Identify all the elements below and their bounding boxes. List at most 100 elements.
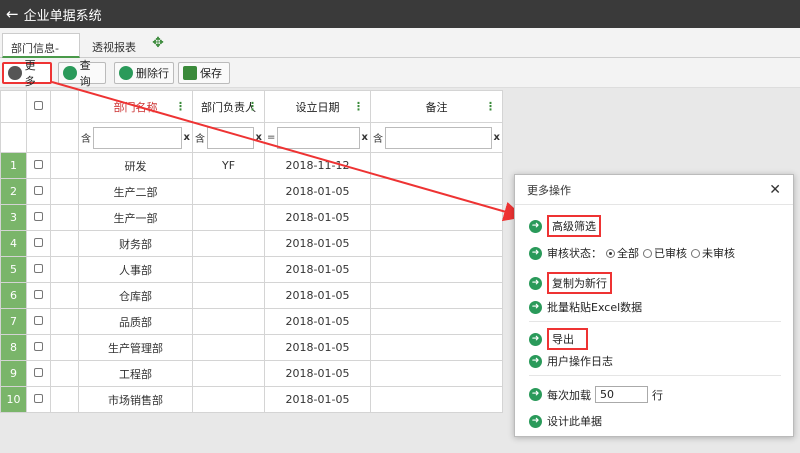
audit-radio-unapproved[interactable]: [691, 248, 700, 258]
cell-date[interactable]: 2018-01-05: [264, 230, 371, 257]
cell-head[interactable]: [192, 256, 265, 283]
cell-name[interactable]: 生产一部: [78, 204, 193, 231]
cell-date[interactable]: 2018-11-12: [264, 152, 371, 179]
table-row[interactable]: 8 生产管理部 2018-01-05: [0, 334, 503, 361]
cell-date[interactable]: 2018-01-05: [264, 334, 371, 361]
row-select[interactable]: [26, 386, 51, 413]
row-select[interactable]: [26, 204, 51, 231]
row-checkbox[interactable]: [34, 394, 43, 403]
select-all-checkbox[interactable]: [34, 101, 43, 110]
load-count-input[interactable]: 50: [595, 386, 648, 403]
audit-radio-approved[interactable]: [643, 248, 652, 258]
cell-date[interactable]: 2018-01-05: [264, 360, 371, 387]
cell-date[interactable]: 2018-01-05: [264, 282, 371, 309]
audit-radio-all[interactable]: [606, 248, 615, 258]
cell-head[interactable]: [192, 178, 265, 205]
audit-option-all[interactable]: 全部: [617, 245, 639, 261]
cell-head[interactable]: YF: [192, 152, 265, 179]
row-checkbox[interactable]: [34, 212, 43, 221]
table-row[interactable]: 5 人事部 2018-01-05: [0, 256, 503, 283]
cell-name[interactable]: 工程部: [78, 360, 193, 387]
table-row[interactable]: 1 研发 YF 2018-11-12: [0, 152, 503, 179]
row-checkbox[interactable]: [34, 160, 43, 169]
copy-new-row-item[interactable]: ➜ 复制为新行: [529, 272, 612, 294]
cell-date[interactable]: 2018-01-05: [264, 386, 371, 413]
column-header-note[interactable]: 备注 ⋮: [370, 90, 503, 123]
batch-paste-item[interactable]: ➜ 批量粘贴Excel数据: [529, 299, 642, 315]
cell-date[interactable]: 2018-01-05: [264, 308, 371, 335]
row-checkbox[interactable]: [34, 238, 43, 247]
cell-note[interactable]: [370, 152, 503, 179]
cell-name[interactable]: 仓库部: [78, 282, 193, 309]
filter-operator[interactable]: 含: [373, 130, 383, 145]
audit-option-approved[interactable]: 已审核: [654, 245, 687, 261]
cell-date[interactable]: 2018-01-05: [264, 256, 371, 283]
clear-icon[interactable]: x: [494, 132, 500, 143]
tab-department-info[interactable]: 部门信息-ERP: [2, 33, 80, 69]
cell-head[interactable]: [192, 230, 265, 257]
row-select[interactable]: [26, 334, 51, 361]
cell-note[interactable]: [370, 386, 503, 413]
cell-head[interactable]: [192, 308, 265, 335]
tab-pivot-report[interactable]: 透视报表: [84, 33, 144, 58]
table-row[interactable]: 7 品质部 2018-01-05: [0, 308, 503, 335]
arrow-left-icon[interactable]: ←: [6, 6, 19, 22]
cell-name[interactable]: 生产二部: [78, 178, 193, 205]
save-button[interactable]: 保存: [178, 62, 230, 84]
user-log-item[interactable]: ➜ 用户操作日志: [529, 353, 613, 369]
row-select[interactable]: [26, 178, 51, 205]
cell-note[interactable]: [370, 334, 503, 361]
column-header-head[interactable]: 部门负责人 ⋮: [192, 90, 265, 123]
close-icon[interactable]: ✕: [769, 182, 781, 198]
cell-name[interactable]: 生产管理部: [78, 334, 193, 361]
clear-icon[interactable]: x: [256, 132, 262, 143]
table-row[interactable]: 4 财务部 2018-01-05: [0, 230, 503, 257]
row-select[interactable]: [26, 360, 51, 387]
cell-head[interactable]: [192, 334, 265, 361]
cell-date[interactable]: 2018-01-05: [264, 204, 371, 231]
cell-date[interactable]: 2018-01-05: [264, 178, 371, 205]
cell-name[interactable]: 品质部: [78, 308, 193, 335]
filter-operator[interactable]: =: [267, 132, 275, 143]
cell-name[interactable]: 财务部: [78, 230, 193, 257]
cell-head[interactable]: [192, 386, 265, 413]
row-select[interactable]: [26, 152, 51, 179]
column-menu-icon[interactable]: ⋮: [353, 100, 364, 113]
cell-note[interactable]: [370, 178, 503, 205]
filter-date-input[interactable]: [277, 126, 360, 149]
audit-option-unapproved[interactable]: 未审核: [702, 245, 735, 261]
select-all-cell[interactable]: [26, 90, 51, 123]
filter-note-input[interactable]: [385, 126, 492, 149]
cell-note[interactable]: [370, 256, 503, 283]
table-row[interactable]: 2 生产二部 2018-01-05: [0, 178, 503, 205]
table-row[interactable]: 9 工程部 2018-01-05: [0, 360, 503, 387]
column-menu-icon[interactable]: ⋮: [247, 100, 258, 113]
column-header-name[interactable]: 部门名称 ⋮: [78, 90, 193, 123]
export-item[interactable]: ➜ 导出: [529, 328, 588, 350]
row-checkbox[interactable]: [34, 316, 43, 325]
filter-operator[interactable]: 含: [195, 130, 205, 145]
filter-operator[interactable]: 含: [81, 130, 91, 145]
row-select[interactable]: [26, 282, 51, 309]
row-checkbox[interactable]: [34, 290, 43, 299]
row-checkbox[interactable]: [34, 368, 43, 377]
column-header-date[interactable]: 设立日期 ⋮: [264, 90, 371, 123]
delete-row-button[interactable]: 删除行: [114, 62, 174, 84]
row-checkbox[interactable]: [34, 264, 43, 273]
row-checkbox[interactable]: [34, 186, 43, 195]
move-icon[interactable]: ✥: [148, 33, 168, 53]
filter-name-input[interactable]: [93, 126, 182, 149]
advanced-filter-item[interactable]: ➜ 高级筛选: [529, 215, 601, 237]
query-button[interactable]: 查询: [58, 59, 106, 88]
cell-head[interactable]: [192, 282, 265, 309]
cell-note[interactable]: [370, 282, 503, 309]
row-select[interactable]: [26, 308, 51, 335]
cell-name[interactable]: 市场销售部: [78, 386, 193, 413]
cell-head[interactable]: [192, 360, 265, 387]
row-select[interactable]: [26, 256, 51, 283]
cell-name[interactable]: 人事部: [78, 256, 193, 283]
clear-icon[interactable]: x: [362, 132, 368, 143]
column-menu-icon[interactable]: ⋮: [175, 100, 186, 113]
cell-note[interactable]: [370, 230, 503, 257]
filter-head-input[interactable]: [207, 126, 254, 149]
